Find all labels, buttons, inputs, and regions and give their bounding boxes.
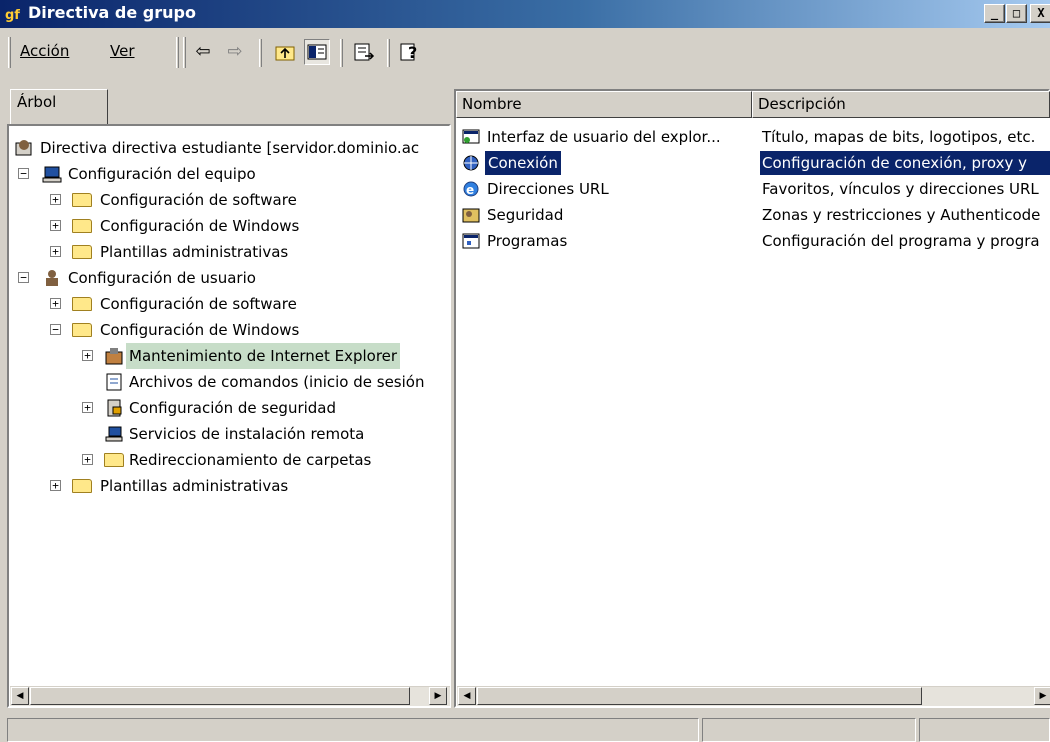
toolbar-separator <box>387 39 390 67</box>
list-item[interactable]: Programas Configuración del programa y p… <box>457 229 1050 253</box>
expand-icon[interactable]: + <box>82 454 93 465</box>
minimize-button[interactable]: _ <box>984 4 1005 23</box>
item-description: Configuración de conexión, proxy y <box>760 151 1050 175</box>
tree-item-label: Configuración de Windows <box>100 321 300 339</box>
computer-icon <box>42 164 62 184</box>
tree-item-label: Configuración de Windows <box>100 217 300 235</box>
list-item[interactable]: Interfaz de usuario del explor... Título… <box>457 125 1050 149</box>
toolbar-separator <box>176 37 179 68</box>
svg-text:e: e <box>466 183 474 197</box>
item-description: Zonas y restricciones y Authenticode <box>762 206 1041 224</box>
up-folder-icon[interactable] <box>272 39 298 65</box>
folder-icon <box>72 297 92 311</box>
expand-icon[interactable]: + <box>50 194 61 205</box>
tree-item-label: Configuración de software <box>100 191 297 209</box>
scroll-left-button[interactable]: ◀ <box>458 687 476 705</box>
item-description: Favoritos, vínculos y direcciones URL <box>762 180 1039 198</box>
scroll-right-button[interactable]: ▶ <box>1034 687 1050 705</box>
svg-text:?: ? <box>408 43 417 62</box>
list-item[interactable]: e Direcciones URL Favoritos, vínculos y … <box>457 177 1050 201</box>
item-name: Conexión <box>485 151 561 175</box>
policy-icon <box>14 138 34 158</box>
expand-icon[interactable]: + <box>50 246 61 257</box>
toolbar <box>0 30 1050 86</box>
toolbar-separator <box>340 39 343 67</box>
item-name: Direcciones URL <box>487 180 609 198</box>
tree-item-label: Configuración de usuario <box>68 269 256 287</box>
show-hide-tree-icon[interactable] <box>304 39 330 65</box>
list-item[interactable]: Conexión Configuración de conexión, prox… <box>457 151 1050 175</box>
folder-icon <box>72 479 92 493</box>
status-panel <box>702 718 916 742</box>
collapse-icon[interactable]: − <box>50 324 61 335</box>
tree-item-label: Plantillas administrativas <box>100 477 289 495</box>
expand-icon[interactable]: + <box>50 480 61 491</box>
column-header-name[interactable]: Nombre <box>456 91 752 118</box>
item-description: Configuración del programa y progra <box>762 232 1040 250</box>
folder-icon <box>104 453 124 467</box>
menu-ver[interactable]: Ver <box>110 42 135 60</box>
tree-view[interactable]: Directiva directiva estudiante [servidor… <box>10 127 450 680</box>
item-name: Seguridad <box>487 206 564 224</box>
item-name: Interfaz de usuario del explor... <box>487 128 721 146</box>
expand-icon[interactable]: + <box>82 402 93 413</box>
help-icon[interactable]: ? <box>397 39 423 65</box>
scroll-thumb[interactable] <box>30 687 410 705</box>
item-description: Título, mapas de bits, logotipos, etc. <box>762 128 1036 146</box>
ie-urls-icon: e <box>461 179 481 199</box>
group-policy-app-icon[interactable]: gf <box>5 5 25 23</box>
user-icon <box>42 268 62 288</box>
list-item[interactable]: Seguridad Zonas y restricciones y Authen… <box>457 203 1050 227</box>
expand-icon[interactable]: + <box>50 298 61 309</box>
expand-icon[interactable]: + <box>82 350 93 361</box>
scroll-thumb[interactable] <box>477 687 922 705</box>
folder-open-icon <box>72 323 92 337</box>
remote-install-icon <box>104 424 124 444</box>
tree-item-label: Configuración del equipo <box>68 165 256 183</box>
scroll-right-button[interactable]: ▶ <box>429 687 447 705</box>
toolbar-grip[interactable] <box>183 37 186 68</box>
toolbar-separator <box>259 39 262 67</box>
tab-arbol[interactable]: Árbol <box>10 89 108 125</box>
expand-icon[interactable]: + <box>50 220 61 231</box>
folder-icon <box>72 219 92 233</box>
back-arrow-icon[interactable]: ⇦ <box>190 39 216 65</box>
collapse-icon[interactable]: − <box>18 168 29 179</box>
tree-item-label: Archivos de comandos (inicio de sesión <box>129 373 425 391</box>
scroll-left-button[interactable]: ◀ <box>11 687 29 705</box>
folder-icon <box>72 245 92 259</box>
export-list-icon[interactable] <box>351 39 377 65</box>
ie-ui-icon <box>461 127 481 147</box>
tree-item-label: Mantenimiento de Internet Explorer <box>126 343 401 369</box>
close-button[interactable]: X <box>1030 4 1050 23</box>
toolbar-grip[interactable] <box>8 37 11 68</box>
forward-arrow-icon[interactable]: ⇨ <box>222 39 248 65</box>
item-name: Programas <box>487 232 568 250</box>
tree-item-label: Configuración de software <box>100 295 297 313</box>
collapse-icon[interactable]: − <box>18 272 29 283</box>
status-panel <box>7 718 699 742</box>
selection-gap <box>457 155 487 175</box>
window-title: Directiva de grupo <box>28 3 196 22</box>
ie-maintenance-icon <box>104 346 124 366</box>
security-icon <box>461 205 481 225</box>
programs-icon <box>461 231 481 251</box>
svg-text:gf: gf <box>5 8 20 23</box>
tree-item-label: Directiva directiva estudiante [servidor… <box>40 139 420 157</box>
column-header-description[interactable]: Descripción <box>752 91 1050 118</box>
folder-icon <box>72 193 92 207</box>
tree-item-label: Servicios de instalación remota <box>129 425 365 443</box>
security-icon <box>104 398 124 418</box>
menu-accion[interactable]: Acción <box>20 42 69 60</box>
tree-item-label: Plantillas administrativas <box>100 243 289 261</box>
status-panel <box>919 718 1050 742</box>
tree-item-label: Configuración de seguridad <box>129 399 337 417</box>
maximize-button[interactable]: □ <box>1006 4 1027 23</box>
script-icon <box>104 372 124 392</box>
tree-item-label: Redireccionamiento de carpetas <box>129 451 372 469</box>
